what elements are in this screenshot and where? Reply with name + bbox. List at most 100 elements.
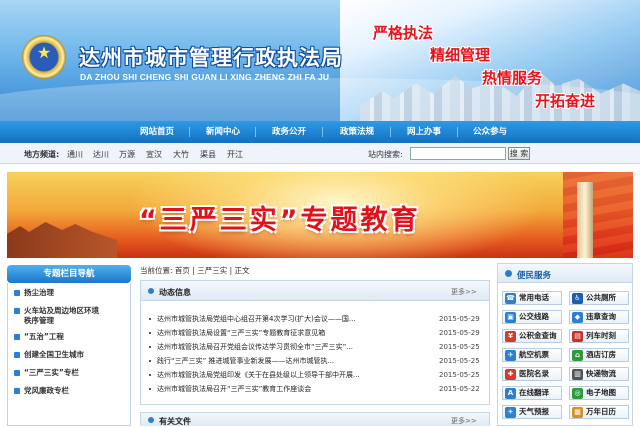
news-title[interactable]: 践行“三严三实” 推进城管事业新发展——达州市城管执... <box>157 355 397 367</box>
sidebar-heading: 专题栏目导航 <box>7 265 131 283</box>
nav-separator <box>390 127 391 137</box>
search-input[interactable] <box>410 147 506 160</box>
promo-title: “三严三实”专题教育 <box>139 205 421 236</box>
files-more-link[interactable]: 更多>> <box>451 416 477 426</box>
service-train-button[interactable]: ▤ 列车时刻 <box>569 329 629 343</box>
service-phone-button[interactable]: ☎ 常用电话 <box>502 291 562 305</box>
train-icon: ▤ <box>572 331 583 342</box>
hotel-icon: ⌂ <box>572 350 583 361</box>
service-toilet-button[interactable]: ♿ 公共厕所 <box>569 291 629 305</box>
header-banner: ★ 达州市城市管理行政执法局 DA ZHOU SHI CHENG SHI GUA… <box>0 0 640 121</box>
calendar-icon: ▦ <box>572 407 583 418</box>
nav-policy-regulations[interactable]: 政策法规 <box>340 121 374 143</box>
local-channel-label: 地方频道: <box>24 150 60 159</box>
service-plane-button[interactable]: ✈ 航空机票 <box>502 348 562 362</box>
service-hotel-button[interactable]: ⌂ 酒店订房 <box>569 348 629 362</box>
service-label: 公积金查询 <box>519 331 557 340</box>
plane-icon: ✈ <box>505 350 516 361</box>
bullet-icon <box>14 370 20 376</box>
news-panel-header: 动态信息 更多>> <box>141 281 489 301</box>
search-button[interactable]: 搜 索 <box>508 147 530 160</box>
bullet-icon <box>14 334 20 340</box>
service-hospital-button[interactable]: ✚ 医院名录 <box>502 367 562 381</box>
site-pinyin: DA ZHOU SHI CHENG SHI GUAN LI XING ZHENG… <box>80 72 330 82</box>
service-weather-button[interactable]: ☀ 天气预报 <box>502 405 562 419</box>
channel-wanyuan[interactable]: 万源 <box>119 149 135 160</box>
nav-news-center[interactable]: 新闻中心 <box>206 121 240 143</box>
news-item[interactable]: 达州市城管执法局召开“三严三实”教育工作座谈会 2015-05-22 <box>149 383 481 395</box>
service-truck-button[interactable]: ▥ 快递物流 <box>569 367 629 381</box>
news-title[interactable]: 达州市城管执法局设置“三严三实”专题教育征求意见箱 <box>157 327 397 339</box>
news-dot-icon <box>148 288 154 294</box>
channel-tongchuan[interactable]: 通川 <box>67 149 83 160</box>
service-label: 万年日历 <box>586 407 616 416</box>
news-title[interactable]: 达州市城管执法局召开党组会议传达学习贯彻全市“三严三实”... <box>157 341 397 353</box>
channel-xuanhan[interactable]: 宣汉 <box>146 149 162 160</box>
news-title[interactable]: 达州市城管执法局党组印发《关于在县处级以上领导干部中开展... <box>157 369 397 381</box>
sidebar-item-integrity[interactable]: 党风廉政专栏 <box>24 386 69 396</box>
sidebar-item-station-order[interactable]: 火车站及周边地区环境 秩序管理 <box>24 306 128 326</box>
sidebar-box: 扬尘治理 火车站及周边地区环境 秩序管理 “五治”工程 创建全国卫生城市 “三严… <box>7 283 131 426</box>
news-more-link[interactable]: 更多>> <box>451 287 477 297</box>
nav-separator <box>255 127 256 137</box>
news-item[interactable]: 达州市城管执法局召开党组会议传达学习贯彻全市“三严三实”... 2015-05-2… <box>149 341 481 353</box>
service-car-button[interactable]: ◆ 违章查询 <box>569 310 629 324</box>
service-bus-button[interactable]: ▣ 公交线路 <box>502 310 562 324</box>
news-date: 2015-05-25 <box>439 357 480 365</box>
service-label: 电子地图 <box>586 388 616 397</box>
news-title[interactable]: 达州市城管执法局党组中心组召开第4次学习(扩大)会议——国... <box>157 313 397 325</box>
toilet-icon: ♿ <box>572 293 583 304</box>
service-translate-button[interactable]: A 在线翻译 <box>502 386 562 400</box>
translate-icon: A <box>505 388 516 399</box>
car-icon: ◆ <box>572 312 583 323</box>
promo-banner[interactable]: “三严三实”专题教育 <box>7 172 633 258</box>
news-item[interactable]: 达州市城管执法局设置“三严三实”专题教育征求意见箱 2015-05-29 <box>149 327 481 339</box>
nav-government-affairs[interactable]: 政务公开 <box>272 121 306 143</box>
service-label: 医院名录 <box>519 369 549 378</box>
sidebar-item-health-city[interactable]: 创建全国卫生城市 <box>24 350 84 360</box>
bullet-icon <box>14 308 20 314</box>
news-item[interactable]: 践行“三严三实” 推进城管事业新发展——达州市城管执... 2015-05-25 <box>149 355 481 367</box>
slogan-3: 热情服务 <box>482 69 543 87</box>
slogan-1: 严格执法 <box>373 24 434 42</box>
files-dot-icon <box>148 417 154 423</box>
weather-icon: ☀ <box>505 407 516 418</box>
service-label: 常用电话 <box>519 293 549 302</box>
service-fund-button[interactable]: ¥ 公积金查询 <box>502 329 562 343</box>
channel-quxian[interactable]: 渠县 <box>200 149 216 160</box>
bus-icon: ▣ <box>505 312 516 323</box>
service-calendar-button[interactable]: ▦ 万年日历 <box>569 405 629 419</box>
bullet-icon <box>149 346 151 348</box>
fund-icon: ¥ <box>505 331 516 342</box>
slogan-4: 开拓奋进 <box>535 92 596 110</box>
bullet-icon <box>149 332 151 334</box>
nav-public-participation[interactable]: 公众参与 <box>473 121 507 143</box>
news-item[interactable]: 达州市城管执法局党组印发《关于在县处级以上领导干部中开展... 2015-05-2… <box>149 369 481 381</box>
news-date: 2015-05-25 <box>439 343 480 351</box>
nav-separator <box>322 127 323 137</box>
bullet-icon <box>149 388 151 390</box>
service-label: 快递物流 <box>586 369 616 378</box>
service-label: 列车时刻 <box>586 331 616 340</box>
slogan-2: 精细管理 <box>430 46 491 64</box>
channel-kaijiang[interactable]: 开江 <box>227 149 243 160</box>
channel-dazhu[interactable]: 大竹 <box>173 149 189 160</box>
bullet-icon <box>149 374 151 376</box>
main-nav: 网站首页 新闻中心 政务公开 政策法规 网上办事 公众参与 <box>0 121 640 143</box>
sidebar-item-three-strict[interactable]: “三严三实”专栏 <box>24 368 79 378</box>
sidebar-item-five-governance[interactable]: “五治”工程 <box>24 332 64 342</box>
local-channel-bar: 地方频道: 通川 达川 万源 宣汉 大竹 渠县 开江 站内搜索: 搜 索 <box>0 143 640 164</box>
nav-home[interactable]: 网站首页 <box>140 121 174 143</box>
sidebar-item-dust-control[interactable]: 扬尘治理 <box>24 288 54 298</box>
news-item[interactable]: 达州市城管执法局党组中心组召开第4次学习(扩大)会议——国... 2015-05-… <box>149 313 481 325</box>
map-icon: ◎ <box>572 388 583 399</box>
bullet-icon <box>14 290 20 296</box>
service-map-button[interactable]: ◎ 电子地图 <box>569 386 629 400</box>
nav-online-services[interactable]: 网上办事 <box>407 121 441 143</box>
bullet-icon <box>149 318 151 320</box>
news-title[interactable]: 达州市城管执法局召开“三严三实”教育工作座谈会 <box>157 383 397 395</box>
channel-dachuan[interactable]: 达川 <box>93 149 109 160</box>
nav-separator <box>189 127 190 137</box>
bullet-icon <box>14 388 20 394</box>
service-label: 在线翻译 <box>519 388 549 397</box>
